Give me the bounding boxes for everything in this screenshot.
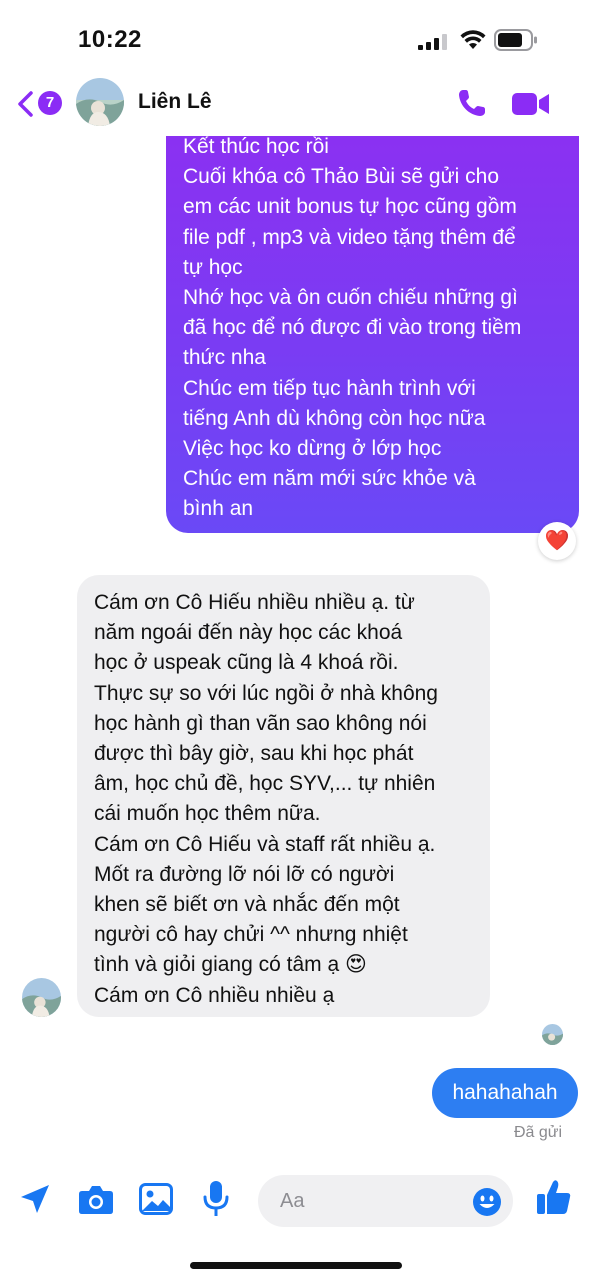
- message-line: Chúc em tiếp tục hành trình với: [183, 376, 476, 400]
- heart-reaction[interactable]: ❤️: [538, 522, 576, 560]
- message-line: đã học để nó được đi vào trong tiềm: [183, 316, 522, 340]
- message-line: file pdf , mp3 và video tặng thêm để: [183, 225, 516, 249]
- phone-icon[interactable]: [456, 87, 488, 119]
- message-line: Cám ơn Cô Hiếu và staff rất nhiều ạ.: [94, 832, 436, 856]
- location-arrow-icon[interactable]: [18, 1182, 52, 1216]
- avatar-photo: [22, 978, 61, 1017]
- microphone-icon[interactable]: [203, 1180, 229, 1218]
- message-line: học ở uspeak cũng là 4 khoá rồi.: [94, 651, 399, 675]
- message-line: tình và giỏi giang có tâm ạ 😍: [94, 953, 367, 977]
- message-line: Nhớ học và ôn cuốn chiếu những gì: [183, 286, 518, 310]
- emoji-icon[interactable]: [472, 1187, 502, 1217]
- message-line: Cám ơn Cô Hiếu nhiều nhiều ạ. từ: [94, 591, 415, 614]
- message-line: âm, học chủ đề, học SYV,... tự nhiên: [94, 772, 436, 796]
- incoming-message-bubble[interactable]: Cám ơn Cô Hiếu nhiều nhiều ạ. từ năm ngo…: [77, 575, 490, 1017]
- message-line: Cuối khóa cô Thảo Bùi sẽ gửi cho: [183, 165, 500, 189]
- message-line: thức nha: [183, 346, 266, 370]
- message-input[interactable]: Aa: [258, 1175, 513, 1227]
- unread-count-badge: 7: [38, 91, 62, 115]
- message-line: em các unit bonus tự học cũng gồm: [183, 195, 517, 219]
- image-icon[interactable]: [139, 1183, 173, 1215]
- avatar[interactable]: [76, 78, 124, 126]
- avatar-photo: [542, 1024, 563, 1045]
- avatar-photo: [76, 78, 124, 126]
- message-line: Việc học ko dừng ở lớp học: [183, 437, 442, 461]
- wifi-icon: [460, 30, 486, 49]
- status-time: 10:22: [78, 26, 142, 53]
- message-line: Chúc em năm mới sức khỏe và: [183, 467, 476, 491]
- video-camera-icon[interactable]: [511, 91, 551, 117]
- my-message-bubble[interactable]: hahahahah: [432, 1068, 578, 1118]
- message-line: năm ngoái đến này học các khoá: [94, 621, 403, 645]
- message-composer: Aa: [0, 1168, 590, 1238]
- message-line: cái muốn học thêm nữa.: [94, 802, 321, 826]
- battery-icon: [494, 29, 537, 51]
- cellular-signal-icon: [418, 34, 447, 50]
- home-indicator: [190, 1262, 402, 1269]
- back-button[interactable]: 7: [16, 88, 62, 120]
- chat-header: 7 Liên Lê: [0, 70, 590, 136]
- sent-status: Đã gửi: [513, 1124, 562, 1141]
- message-line: bình an: [183, 497, 254, 521]
- message-line: tự học: [183, 255, 243, 279]
- status-bar: 10:22: [0, 0, 590, 70]
- message-line: Kết thúc học rồi: [183, 135, 329, 158]
- sender-avatar[interactable]: [22, 978, 61, 1017]
- message-line: người cô hay chửi ^^ nhưng nhiệt: [94, 923, 408, 947]
- message-line: tiếng Anh dù không còn học nữa: [183, 406, 486, 430]
- message-line: Cám ơn Cô nhiều nhiều ạ: [94, 983, 335, 1007]
- outgoing-message-bubble[interactable]: Kết thúc học rồi Cuối khóa cô Thảo Bùi s…: [166, 120, 579, 533]
- input-placeholder: Aa: [280, 1190, 305, 1212]
- message-line: Thực sự so với lúc ngồi ở nhà không: [94, 681, 438, 705]
- thumbs-up-icon[interactable]: [536, 1178, 572, 1216]
- message-line: Mốt ra đường lỡ nói lỡ có người: [94, 862, 395, 886]
- camera-icon[interactable]: [78, 1183, 114, 1215]
- message-line: được thì bây giờ, sau khi học phát: [94, 742, 414, 766]
- seen-indicator-avatar: [542, 1024, 563, 1045]
- message-line: khen sẽ biết ơn và nhắc đến một: [94, 893, 400, 917]
- chevron-left-icon: [18, 91, 33, 117]
- message-line: học hành gì than vãn sao không nói: [94, 711, 427, 735]
- contact-name[interactable]: Liên Lê: [138, 90, 212, 114]
